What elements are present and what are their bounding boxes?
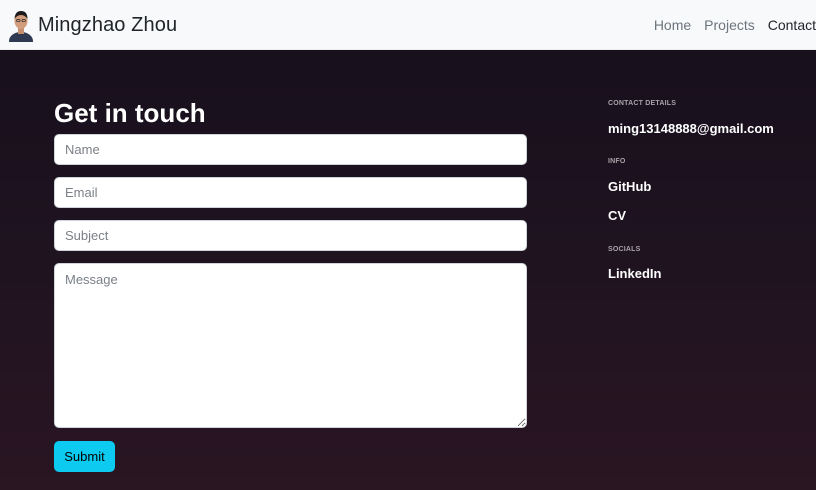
person-avatar-icon [8,8,34,50]
nav-link-home[interactable]: Home [654,17,691,33]
contact-section: Get in touch Submit CONTACT DETAILS ming… [0,50,816,490]
nav-links: Home Projects Contact [641,0,816,50]
nav-link-contact[interactable]: Contact [768,17,816,33]
brand-link[interactable]: Mingzhao Zhou [8,8,178,50]
subject-input[interactable] [54,220,527,251]
info-label: INFO [608,158,626,165]
github-link[interactable]: GitHub [608,179,651,194]
brand-name: Mingzhao Zhou [38,14,178,36]
message-textarea[interactable] [54,263,527,428]
submit-button[interactable]: Submit [54,441,115,472]
cv-link[interactable]: CV [608,208,626,223]
socials-label: SOCIALS [608,246,641,253]
email-input[interactable] [54,177,527,208]
page-title: Get in touch [54,98,206,128]
contact-details-label: CONTACT DETAILS [608,100,677,107]
navbar: Mingzhao Zhou Home Projects Contact [0,0,816,50]
nav-link-projects[interactable]: Projects [704,17,755,33]
name-input[interactable] [54,134,527,165]
linkedin-link[interactable]: LinkedIn [608,266,661,281]
email-link[interactable]: ming13148888@gmail.com [608,121,774,136]
